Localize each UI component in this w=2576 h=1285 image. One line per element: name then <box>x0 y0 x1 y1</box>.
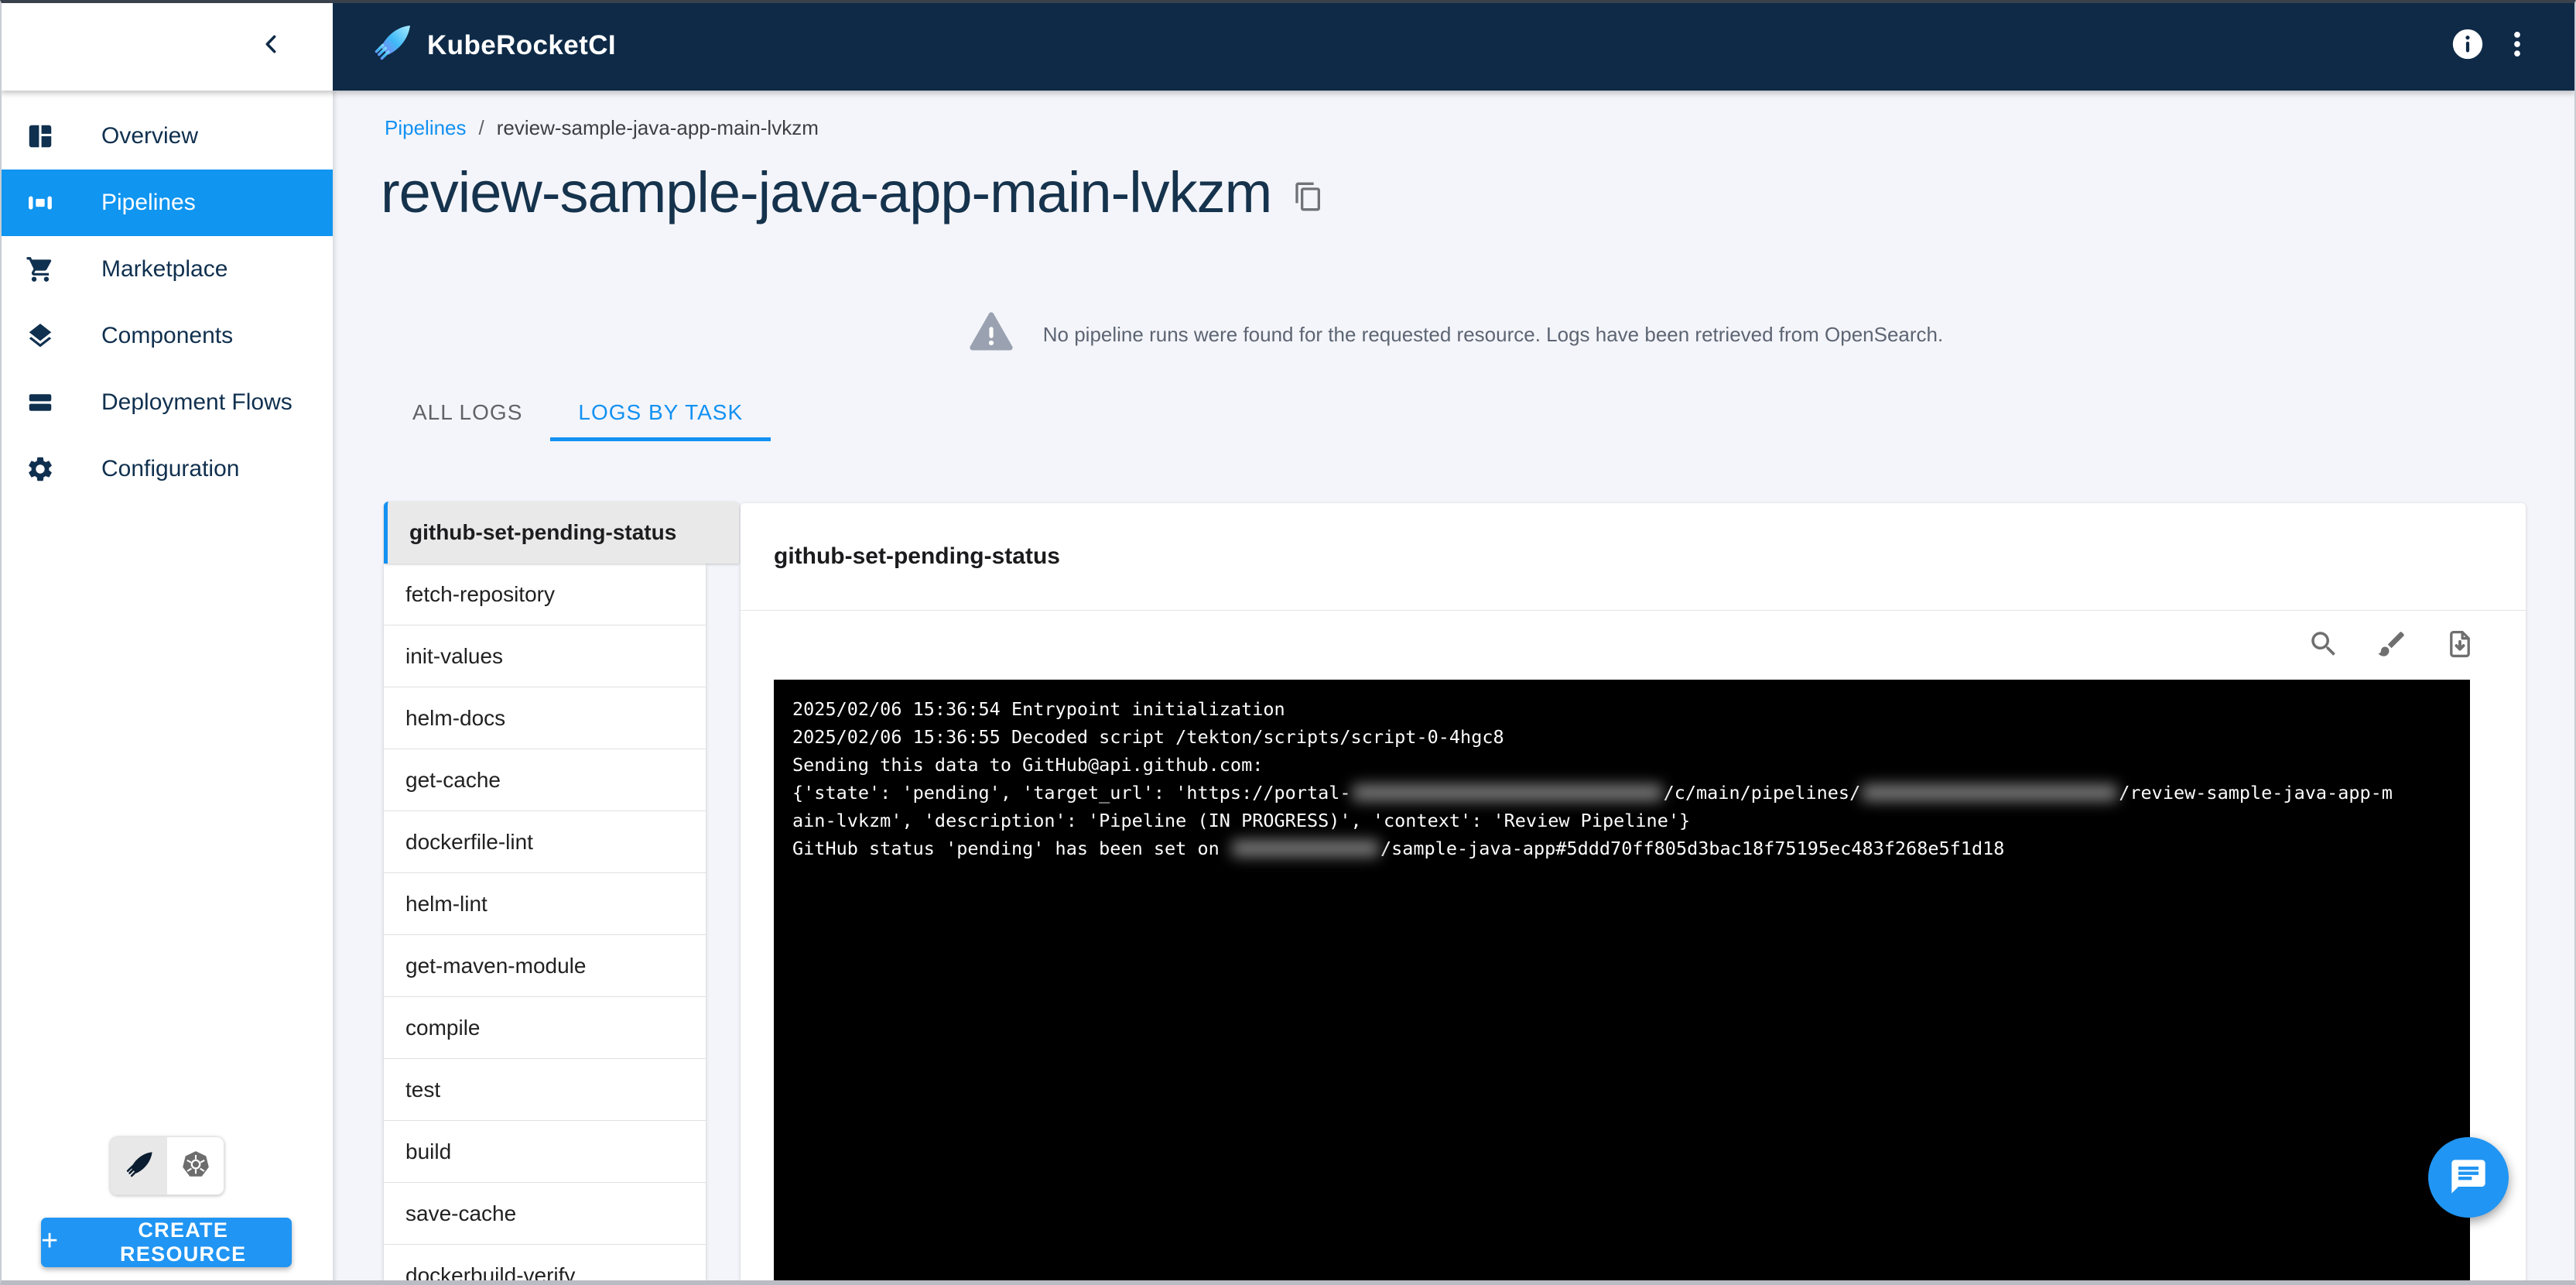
no-pipeline-runs-notice: No pipeline runs were found for the requ… <box>333 307 2576 362</box>
copy-icon <box>1293 182 1324 214</box>
layers-icon <box>26 320 56 351</box>
copy-title-button[interactable] <box>1293 181 1324 214</box>
sidebar-item-overview[interactable]: Overview <box>0 103 333 170</box>
sidebar-item-label: Marketplace <box>101 256 228 282</box>
brand[interactable]: KubeRocketCI <box>370 21 616 70</box>
tab-logs-by-task[interactable]: LOGS BY TASK <box>550 387 771 441</box>
warning-icon <box>966 309 1017 361</box>
sidebar-item-label: Components <box>101 323 234 348</box>
notice-text: No pipeline runs were found for the requ… <box>1042 322 1944 346</box>
file-download-icon <box>2444 628 2476 663</box>
top-bar: KubeRocketCI <box>0 0 2576 91</box>
page-title-row: review-sample-java-app-main-lvkzm <box>381 159 1324 225</box>
sidebar-item-label: Pipelines <box>101 190 196 215</box>
task-list-item[interactable]: get-cache <box>384 749 706 811</box>
breadcrumb-pipelines-link[interactable]: Pipelines <box>385 116 467 140</box>
task-list-item[interactable]: helm-docs <box>384 687 706 749</box>
rocket-icon <box>123 1149 156 1184</box>
task-list-item[interactable]: get-maven-module <box>384 935 706 997</box>
info-button[interactable] <box>2443 21 2492 70</box>
kuberocketci-app: KubeRocketCI Overview Pipelines Marketpl… <box>0 0 2576 1285</box>
log-toolbar <box>741 611 2526 679</box>
kubernetes-view-toggle-button[interactable] <box>167 1137 224 1194</box>
breadcrumb-current: review-sample-java-app-main-lvkzm <box>496 116 819 139</box>
redacted-text <box>1352 783 1662 801</box>
sidebar-item-label: Configuration <box>101 456 240 481</box>
sidebar: Overview Pipelines Marketplace Component… <box>0 91 333 1285</box>
log-viewer-card: github-set-pending-status 2025/02/06 15:… <box>741 503 2526 1285</box>
search-icon <box>2307 628 2340 663</box>
task-list-item[interactable]: fetch-repository <box>384 564 706 625</box>
sidebar-item-label: Deployment Flows <box>101 389 292 415</box>
sidebar-header <box>0 0 333 91</box>
brush-icon <box>2376 628 2408 663</box>
stack-icon <box>26 387 56 418</box>
clear-logs-button[interactable] <box>2374 627 2410 663</box>
task-item-selected[interactable]: github-set-pending-status <box>384 502 739 564</box>
sidebar-item-configuration[interactable]: Configuration <box>0 436 333 502</box>
task-list-item[interactable]: dockerfile-lint <box>384 811 706 873</box>
rocket-logo-icon <box>370 21 415 70</box>
page-title: review-sample-java-app-main-lvkzm <box>381 160 1272 224</box>
create-resource-label: CREATE RESOURCE <box>120 1218 247 1266</box>
log-line: Sending this data to GitHub@api.github.c… <box>792 754 1264 776</box>
pipelines-icon <box>26 187 56 218</box>
download-logs-button[interactable] <box>2442 627 2478 663</box>
redacted-text <box>1231 839 1379 857</box>
kebab-menu-icon <box>2500 27 2534 63</box>
sidebar-item-components[interactable]: Components <box>0 303 333 369</box>
breadcrumb: Pipelines / review-sample-java-app-main-… <box>385 116 819 140</box>
log-line: 2025/02/06 15:36:55 Decoded script /tekt… <box>792 726 1504 748</box>
chevron-left-icon <box>255 29 286 62</box>
sidebar-item-deployment-flows[interactable]: Deployment Flows <box>0 369 333 436</box>
app-header: KubeRocketCI <box>333 0 2576 91</box>
task-list-item[interactable]: build <box>384 1121 706 1183</box>
tab-all-logs[interactable]: ALL LOGS <box>385 387 550 438</box>
task-list-item[interactable]: compile <box>384 997 706 1059</box>
log-line: ain-lvkzm', 'description': 'Pipeline (IN… <box>792 810 1691 831</box>
cart-icon <box>26 254 56 285</box>
log-line: 2025/02/06 15:36:54 Entrypoint initializ… <box>792 698 1285 720</box>
task-list-item[interactable]: save-cache <box>384 1183 706 1245</box>
task-list-item[interactable]: init-values <box>384 625 706 687</box>
task-list-item[interactable]: test <box>384 1059 706 1121</box>
log-terminal[interactable]: 2025/02/06 15:36:54 Entrypoint initializ… <box>774 680 2470 1285</box>
more-options-button[interactable] <box>2492 21 2542 70</box>
sidebar-item-pipelines[interactable]: Pipelines <box>0 170 333 236</box>
chat-fab-button[interactable] <box>2428 1137 2509 1218</box>
log-viewer-heading: github-set-pending-status <box>741 503 2526 611</box>
info-icon <box>2450 26 2485 64</box>
log-line: GitHub status 'pending' has been set on … <box>792 838 2005 859</box>
rocket-view-toggle-button[interactable] <box>111 1137 167 1194</box>
task-list-item[interactable]: helm-lint <box>384 873 706 935</box>
view-toggle-group <box>110 1136 224 1195</box>
sidebar-collapse-button[interactable] <box>249 24 292 67</box>
plus-icon: + <box>41 1225 60 1257</box>
sidebar-item-label: Overview <box>101 123 199 149</box>
brand-title: KubeRocketCI <box>427 29 617 60</box>
logs-tabs: ALL LOGS LOGS BY TASK <box>385 387 771 441</box>
redacted-text <box>1862 783 2118 801</box>
sidebar-item-marketplace[interactable]: Marketplace <box>0 236 333 303</box>
task-list-item[interactable]: dockerbuild-verify <box>384 1245 706 1285</box>
search-logs-button[interactable] <box>2306 627 2342 663</box>
kubernetes-icon <box>180 1149 212 1184</box>
gear-icon <box>26 454 56 485</box>
task-list: fetch-repository init-values helm-docs get-… <box>384 564 706 1285</box>
breadcrumb-separator: / <box>478 116 484 139</box>
chat-icon <box>2448 1156 2489 1199</box>
create-resource-button[interactable]: + CREATE RESOURCE <box>41 1218 292 1267</box>
dashboard-icon <box>26 121 56 152</box>
log-line: {'state': 'pending', 'target_url': 'http… <box>792 782 2393 804</box>
